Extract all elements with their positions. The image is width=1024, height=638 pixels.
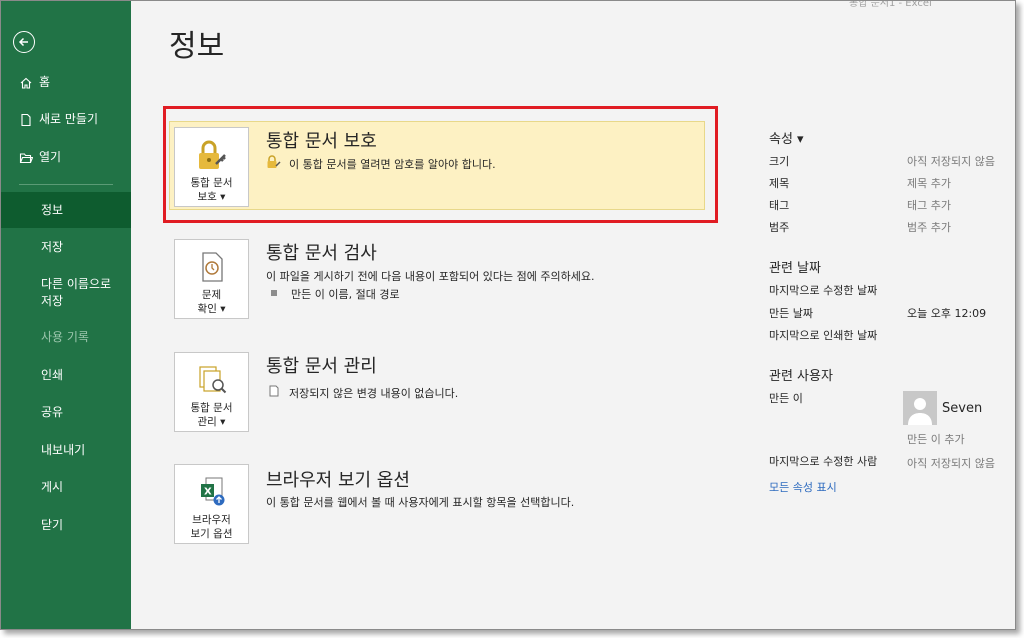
nav-new-label: 새로 만들기	[39, 112, 99, 126]
nav-print-label: 인쇄	[41, 368, 64, 382]
author-name[interactable]: Seven	[942, 401, 982, 416]
backstage-window: 홈 새로 만들기 열기 정보 저장 다른 이름으로 저장 사용 기록 인쇄 공유…	[0, 0, 1016, 630]
manage-versions-icon	[198, 366, 226, 394]
browser-title: 브라우저 보기 옵션	[266, 470, 410, 491]
document-icon	[269, 385, 279, 397]
browser-view-options-button-label: 브라우저 보기 옵션	[190, 514, 233, 540]
related-dates-heading: 관련 날짜	[769, 261, 821, 276]
excel-web-icon: X	[200, 477, 224, 506]
nav-save[interactable]: 저장	[1, 239, 131, 256]
title-label: 제목	[769, 177, 790, 190]
nav-print[interactable]: 인쇄	[1, 367, 131, 384]
nav-home[interactable]: 홈	[1, 74, 131, 91]
nav-close-label: 닫기	[41, 518, 64, 532]
inspect-desc: 이 파일을 게시하기 전에 다음 내용이 포함되어 있다는 점에 주의하세요.	[266, 270, 595, 283]
new-document-icon	[21, 113, 31, 126]
nav-export-label: 내보내기	[41, 443, 86, 457]
created-label: 만든 날짜	[769, 307, 813, 320]
window-title: 통합 문서1 - Excel	[849, 0, 932, 9]
nav-share-label: 공유	[41, 405, 64, 419]
last-modified-by-label: 마지막으로 수정한 사람	[769, 455, 878, 468]
nav-info[interactable]: 정보	[1, 192, 131, 228]
manage-title: 통합 문서 관리	[266, 356, 377, 377]
last-modified-label: 마지막으로 수정한 날짜	[769, 284, 878, 297]
svg-text:X: X	[204, 487, 212, 498]
size-value: 아직 저장되지 않음	[907, 155, 995, 168]
properties-heading[interactable]: 속성 ▾	[769, 128, 804, 147]
nav-save-as-label: 다른 이름으로 저장	[41, 277, 112, 308]
inspect-workbook-section: 문제 확인 ▾ 통합 문서 검사 이 파일을 게시하기 전에 다음 내용이 포함…	[169, 239, 709, 321]
size-label: 크기	[769, 155, 790, 168]
back-button[interactable]	[13, 31, 35, 53]
nav-publish-label: 게시	[41, 480, 64, 494]
browser-desc: 이 통합 문서를 웹에서 볼 때 사용자에게 표시할 항목을 선택합니다.	[266, 496, 575, 509]
manage-workbook-button-label: 통합 문서 관리 ▾	[190, 402, 233, 428]
highlight-annotation-box	[163, 106, 718, 223]
last-modified-by-value: 아직 저장되지 않음	[907, 457, 995, 470]
tags-field[interactable]: 태그 추가	[907, 197, 951, 213]
add-author-field[interactable]: 만든 이 추가	[907, 431, 965, 447]
manage-workbook-section: 통합 문서 관리 ▾ 통합 문서 관리 저장되지 않은 변경 내용이 없습니다.	[169, 352, 709, 434]
related-people-heading: 관련 사용자	[769, 369, 833, 384]
created-value: 오늘 오후 12:09	[907, 307, 987, 320]
title-field[interactable]: 제목 추가	[907, 175, 951, 191]
browser-view-options-button[interactable]: X 브라우저 보기 옵션	[174, 464, 249, 544]
manage-desc: 저장되지 않은 변경 내용이 없습니다.	[289, 387, 459, 400]
nav-share[interactable]: 공유	[1, 404, 131, 421]
category-label: 범주	[769, 221, 790, 234]
folder-icon	[19, 152, 33, 163]
nav-save-as[interactable]: 다른 이름으로 저장	[1, 276, 131, 310]
last-printed-label: 마지막으로 인쇄한 날짜	[769, 329, 878, 342]
back-arrow-icon	[18, 37, 28, 47]
check-for-issues-button-label: 문제 확인 ▾	[197, 289, 226, 315]
nav-info-label: 정보	[41, 203, 64, 217]
avatar	[903, 391, 937, 425]
nav-export[interactable]: 내보내기	[1, 442, 131, 459]
nav-open-label: 열기	[39, 150, 62, 164]
tags-label: 태그	[769, 199, 790, 212]
inspect-document-icon	[201, 252, 223, 282]
manage-workbook-button[interactable]: 통합 문서 관리 ▾	[174, 352, 249, 432]
backstage-sidebar: 홈 새로 만들기 열기 정보 저장 다른 이름으로 저장 사용 기록 인쇄 공유…	[1, 1, 131, 629]
home-icon	[20, 77, 32, 89]
nav-publish[interactable]: 게시	[1, 479, 131, 496]
nav-close[interactable]: 닫기	[1, 517, 131, 534]
nav-open[interactable]: 열기	[1, 149, 131, 166]
author-label: 만든 이	[769, 392, 803, 405]
nav-new[interactable]: 새로 만들기	[1, 111, 131, 128]
browser-view-section: X 브라우저 보기 옵션 브라우저 보기 옵션 이 통합 문서를 웹에서 볼 때…	[169, 464, 709, 546]
show-all-properties-link[interactable]: 모든 속성 표시	[769, 479, 837, 495]
bullet-icon	[271, 290, 277, 296]
inspect-title: 통합 문서 검사	[266, 243, 377, 264]
nav-history: 사용 기록	[1, 329, 131, 346]
page-title: 정보	[169, 29, 225, 64]
category-field[interactable]: 범주 추가	[907, 219, 951, 235]
nav-separator	[19, 184, 113, 185]
person-icon	[908, 398, 932, 425]
inspect-bullet: 만든 이 이름, 절대 경로	[291, 288, 400, 301]
nav-save-label: 저장	[41, 240, 64, 254]
nav-home-label: 홈	[39, 75, 51, 89]
check-for-issues-button[interactable]: 문제 확인 ▾	[174, 239, 249, 319]
nav-history-label: 사용 기록	[41, 330, 89, 344]
